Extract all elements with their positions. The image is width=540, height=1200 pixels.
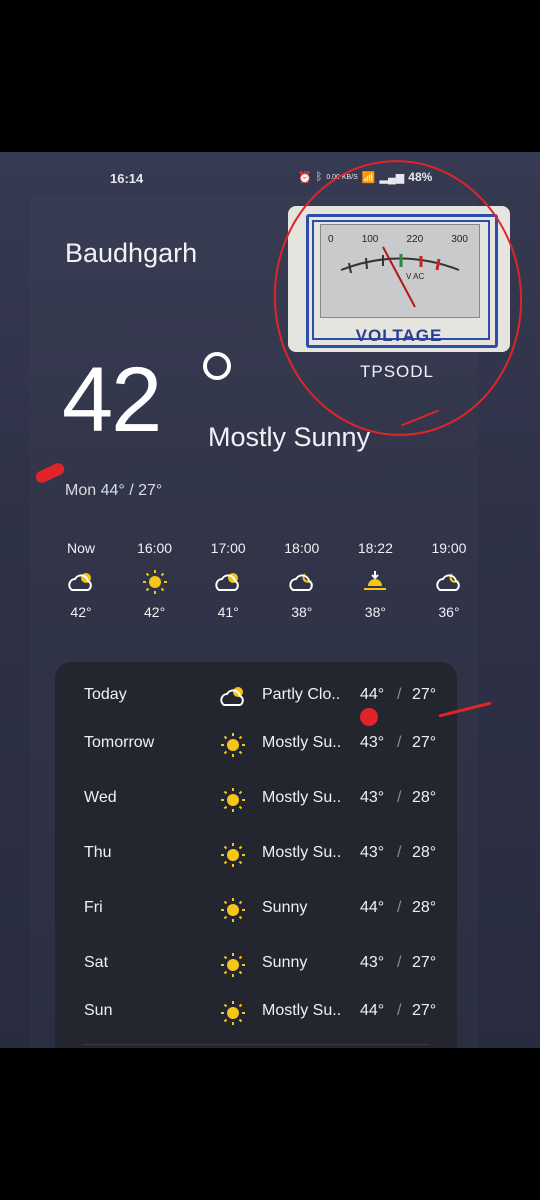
bluetooth-icon: ᛒ <box>315 171 323 183</box>
temp-separator: / <box>397 844 402 861</box>
day-high: 43° <box>360 789 385 806</box>
day-high: 43° <box>360 734 385 751</box>
hour-temp: 36° <box>438 604 460 620</box>
day-name: Tomorrow <box>84 734 155 751</box>
daily-row-today[interactable]: Today Partly Clo.. 44° / 27° <box>55 682 457 712</box>
day-condition: Mostly Su.. <box>262 789 342 806</box>
day-name: Sat <box>84 954 109 971</box>
day-condition: Mostly Su.. <box>262 844 342 861</box>
temp-separator: / <box>397 686 402 703</box>
partly-cloudy-night-icon <box>413 560 485 604</box>
status-time: 16:14 <box>110 171 144 186</box>
current-condition: Mostly Sunny <box>208 422 371 452</box>
hour-temp: 41° <box>217 604 239 620</box>
daily-row-wed[interactable]: Wed Mostly Su.. 43° / 28° <box>55 785 457 815</box>
temp-separator: / <box>397 789 402 806</box>
partly-cloudy-night-icon <box>266 560 338 604</box>
city-name[interactable]: Baudhgarh <box>65 238 197 269</box>
day-low: 27° <box>412 1002 437 1019</box>
partly-cloudy-icon <box>192 560 264 604</box>
day-name: Thu <box>84 844 112 861</box>
sunset-icon <box>339 560 411 604</box>
day-low: 28° <box>412 899 437 916</box>
temp-separator: / <box>397 1002 402 1019</box>
hour-temp: 42° <box>70 604 92 620</box>
day-condition: Mostly Su.. <box>262 1002 342 1019</box>
hour-time: 19:00 <box>431 540 467 556</box>
temp-separator: / <box>397 954 402 971</box>
day-name: Sun <box>84 1002 113 1019</box>
hour-time: 18:22 <box>357 540 393 556</box>
sun-icon <box>119 560 191 604</box>
hour-time: 18:00 <box>284 540 320 556</box>
day-low: 27° <box>412 686 437 703</box>
temp-separator: / <box>397 899 402 916</box>
day-condition: Sunny <box>262 899 308 916</box>
hour-temp: 42° <box>144 604 166 620</box>
daily-row-sat[interactable]: Sat Sunny 43° / 27° <box>55 950 457 980</box>
sun-icon <box>218 895 248 925</box>
sun-icon <box>218 785 248 815</box>
hour-item: 18:00 38° <box>266 540 338 640</box>
partly-cloudy-icon <box>45 560 117 604</box>
today-min-max: Mon 44° / 27° <box>65 482 163 499</box>
day-name: Wed <box>84 789 117 806</box>
day-high: 44° <box>360 686 385 703</box>
day-condition: Mostly Su.. <box>262 734 342 751</box>
hour-time: Now <box>66 540 95 556</box>
degree-symbol <box>203 352 231 380</box>
day-high: 43° <box>360 954 385 971</box>
hour-time: 17:00 <box>210 540 246 556</box>
day-name: Fri <box>84 899 103 916</box>
hour-item: 17:00 41° <box>192 540 264 640</box>
hour-temp: 38° <box>364 604 386 620</box>
daily-row-tomorrow[interactable]: Tomorrow Mostly Su.. 43° / 27° <box>55 730 457 760</box>
day-high: 44° <box>360 899 385 916</box>
alarm-icon: ⏰ <box>298 171 312 184</box>
daily-row-fri[interactable]: Fri Sunny 44° / 28° <box>55 895 457 925</box>
daily-row-thu[interactable]: Thu Mostly Su.. 43° / 28° <box>55 840 457 870</box>
annotation-dot <box>360 708 378 726</box>
hour-temp: 38° <box>291 604 313 620</box>
sun-icon <box>218 950 248 980</box>
sun-icon <box>218 840 248 870</box>
day-low: 27° <box>412 954 437 971</box>
sun-icon <box>218 998 248 1028</box>
day-low: 28° <box>412 844 437 861</box>
day-low: 28° <box>412 789 437 806</box>
day-high: 43° <box>360 844 385 861</box>
day-name: Today <box>84 686 127 703</box>
daily-row-sun[interactable]: Sun Mostly Su.. 44° / 27° <box>55 998 457 1028</box>
current-temperature: 42 <box>62 349 162 451</box>
sun-icon <box>218 730 248 760</box>
temp-separator: / <box>397 734 402 751</box>
day-condition: Sunny <box>262 954 308 971</box>
card-divider <box>84 1044 428 1045</box>
day-low: 27° <box>412 734 437 751</box>
weather-app-screen: 16:14 ⏰ ᛒ 0.00 KB/S 📶 ▂▄▆ 48% Baudhgarh <box>0 152 540 1048</box>
hour-time: 16:00 <box>137 540 173 556</box>
hourly-forecast[interactable]: Now 42° 16:00 42° 17:00 41° 18:00 38° 18… <box>45 540 485 640</box>
hour-item: 19:00 36° <box>413 540 485 640</box>
day-condition: Partly Clo.. <box>262 686 341 703</box>
partly-cloudy-icon <box>218 682 248 712</box>
daily-forecast-card[interactable]: Today Partly Clo.. 44° / 27° Tomorrow Mo… <box>55 662 457 1048</box>
hour-item: 18:22 38° <box>339 540 411 640</box>
hour-item: Now 42° <box>45 540 117 640</box>
hour-item: 16:00 42° <box>119 540 191 640</box>
day-high: 44° <box>360 1002 385 1019</box>
